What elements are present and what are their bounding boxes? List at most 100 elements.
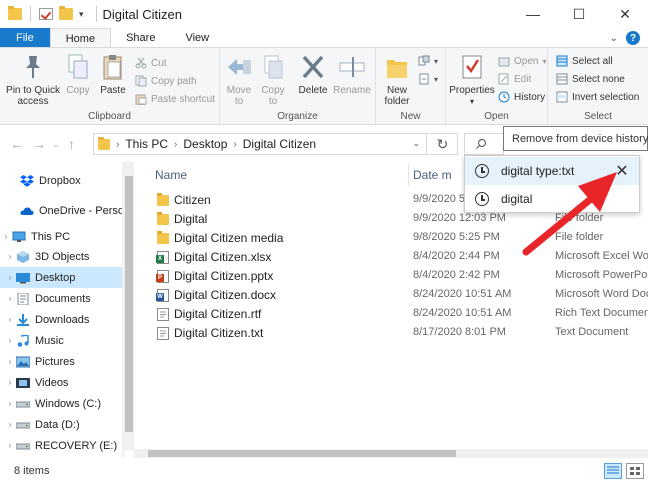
cut-button[interactable]: Cut bbox=[135, 54, 167, 72]
search-icon bbox=[476, 138, 487, 149]
delete-button[interactable]: Delete bbox=[296, 52, 330, 96]
select-all-label: Select all bbox=[572, 55, 613, 67]
nav-item-recovery-e[interactable]: › RECOVERY (E:) bbox=[0, 435, 122, 456]
details-view-button[interactable] bbox=[604, 463, 622, 479]
new-folder-button[interactable]: New folder bbox=[380, 52, 414, 107]
breadcrumb-digital-citizen[interactable]: Digital Citizen bbox=[243, 137, 316, 151]
nav-item-music[interactable]: › Music bbox=[0, 330, 122, 351]
move-to-button[interactable]: Move to bbox=[224, 52, 254, 107]
pin-to-quick-access-button[interactable]: Pin to Quick access bbox=[4, 52, 62, 107]
address-dropdown-chevron-icon[interactable]: ⌄ bbox=[412, 138, 420, 149]
expand-chevron-icon[interactable]: › bbox=[4, 441, 16, 450]
expand-chevron-icon[interactable]: › bbox=[4, 294, 16, 303]
folder-icon bbox=[157, 212, 169, 225]
copy-path-button[interactable]: Copy path bbox=[135, 72, 197, 90]
expand-chevron-icon[interactable]: › bbox=[4, 315, 16, 324]
new-folder-icon[interactable] bbox=[59, 6, 73, 20]
column-divider[interactable] bbox=[408, 164, 409, 186]
open-button[interactable]: Open ▾ bbox=[498, 52, 546, 70]
expand-chevron-icon[interactable]: › bbox=[4, 252, 16, 261]
expand-chevron-icon[interactable]: › bbox=[4, 273, 16, 282]
status-bar: 8 items bbox=[0, 458, 648, 483]
expand-chevron-icon[interactable]: › bbox=[4, 336, 16, 345]
easy-access-button[interactable]: ▾ bbox=[418, 70, 438, 88]
expand-chevron-icon[interactable]: › bbox=[4, 399, 16, 408]
copy-to-button[interactable]: Copy to bbox=[258, 52, 288, 107]
suggestion-text: digital bbox=[501, 192, 533, 206]
vertical-scrollbar-thumb[interactable] bbox=[125, 176, 133, 432]
rename-button[interactable]: Rename bbox=[333, 52, 371, 96]
paste-button[interactable]: Paste bbox=[98, 52, 128, 96]
column-header-name[interactable]: Name bbox=[155, 162, 187, 188]
breadcrumb-desktop[interactable]: Desktop bbox=[183, 137, 227, 151]
pin-label-2: access bbox=[17, 96, 49, 107]
edit-button[interactable]: Edit bbox=[498, 70, 531, 88]
select-all-button[interactable]: Select all bbox=[556, 52, 613, 70]
copy-button[interactable]: Copy bbox=[64, 52, 92, 96]
nav-item-onedrive-person[interactable]: OneDrive - Person bbox=[0, 200, 122, 221]
properties-button[interactable]: Properties ▾ bbox=[449, 52, 495, 107]
suggestion-text: digital type:txt bbox=[501, 164, 575, 178]
forward-arrow-icon[interactable]: → bbox=[32, 136, 46, 152]
nav-item-pictures[interactable]: › Pictures bbox=[0, 351, 122, 372]
organize-group-label: Organize bbox=[277, 111, 318, 122]
nav-item-3d-objects[interactable]: › 3D Objects bbox=[0, 246, 122, 267]
file-row[interactable]: P Digital Citizen.pptx 8/4/2020 2:42 PM Mic… bbox=[134, 267, 648, 286]
item-count: 8 items bbox=[14, 465, 50, 477]
paste-shortcut-button[interactable]: Paste shortcut bbox=[135, 90, 215, 108]
customize-toolbar-arrow-icon[interactable]: ▾ bbox=[79, 9, 84, 20]
address-bar[interactable]: › This PC › Desktop › Digital Citizen ⌄ bbox=[93, 133, 427, 155]
nav-item-data-d[interactable]: › Data (D:) bbox=[0, 414, 122, 435]
horizontal-scrollbar-thumb[interactable] bbox=[148, 450, 456, 457]
back-arrow-icon[interactable]: ← bbox=[10, 136, 24, 152]
nav-item-videos[interactable]: › Videos bbox=[0, 372, 122, 393]
suggestion-item[interactable]: digital type:txt ✕ bbox=[465, 157, 639, 185]
edit-label: Edit bbox=[514, 73, 532, 85]
nav-item-documents[interactable]: › Documents bbox=[0, 288, 122, 309]
file-row[interactable]: Digital Citizen media 9/8/2020 5:25 PM Fil… bbox=[134, 229, 648, 248]
large-icons-view-button[interactable] bbox=[626, 463, 644, 479]
nav-item-label: Music bbox=[35, 334, 64, 347]
tab-share[interactable]: Share bbox=[111, 28, 170, 48]
recent-chevron-icon[interactable]: ⌄ bbox=[52, 139, 60, 150]
remove-suggestion-x-icon[interactable]: ✕ bbox=[613, 162, 631, 180]
tab-view[interactable]: View bbox=[170, 28, 224, 48]
expand-chevron-icon[interactable]: › bbox=[4, 357, 16, 366]
tab-home[interactable]: Home bbox=[49, 28, 112, 48]
tab-file[interactable]: File bbox=[0, 28, 50, 48]
new-folder-label-2: folder bbox=[384, 96, 410, 107]
properties-arrow-icon: ▾ bbox=[469, 97, 474, 106]
nav-item-this-pc[interactable]: › This PC bbox=[0, 226, 122, 247]
up-arrow-icon[interactable]: ↑ bbox=[68, 136, 75, 152]
file-row[interactable]: Digital Citizen.rtf 8/24/2020 10:51 AM Ric… bbox=[134, 305, 648, 324]
expand-chevron-icon[interactable]: › bbox=[4, 378, 16, 387]
properties-check-icon[interactable] bbox=[39, 8, 53, 20]
maximize-button[interactable]: ☐ bbox=[556, 0, 602, 28]
help-icon[interactable]: ? bbox=[626, 31, 640, 45]
minimize-button[interactable]: — bbox=[510, 0, 556, 28]
file-date: 8/4/2020 2:44 PM bbox=[413, 250, 500, 262]
cut-label: Cut bbox=[151, 57, 167, 69]
file-row[interactable]: Digital Citizen.txt 8/17/2020 8:01 PM Text… bbox=[134, 324, 648, 343]
file-row[interactable]: X Digital Citizen.xlsx 8/4/2020 2:44 PM Mic… bbox=[134, 248, 648, 267]
breadcrumb-this-pc[interactable]: This PC bbox=[125, 137, 168, 151]
nav-item-downloads[interactable]: › Downloads bbox=[0, 309, 122, 330]
invert-selection-button[interactable]: Invert selection bbox=[556, 88, 639, 106]
refresh-button[interactable]: ↻ bbox=[428, 133, 458, 155]
collapse-ribbon-chevron-icon[interactable]: ⌄ bbox=[610, 33, 618, 44]
nav-item-desktop[interactable]: › Desktop bbox=[0, 267, 122, 288]
expand-chevron-icon[interactable]: › bbox=[4, 420, 16, 429]
history-button[interactable]: History bbox=[498, 88, 545, 106]
copy-icon bbox=[64, 52, 92, 82]
suggestion-item[interactable]: digital bbox=[465, 185, 639, 213]
folder-icon bbox=[8, 6, 22, 20]
close-button[interactable]: ✕ bbox=[602, 0, 648, 28]
new-item-button[interactable]: ▾ bbox=[418, 52, 438, 70]
expand-chevron-icon[interactable]: › bbox=[0, 232, 12, 241]
search-box[interactable] bbox=[464, 133, 504, 155]
nav-item-dropbox[interactable]: Dropbox bbox=[0, 170, 122, 191]
nav-item-windows-c[interactable]: › Windows (C:) bbox=[0, 393, 122, 414]
column-header-date[interactable]: Date m bbox=[413, 162, 452, 188]
select-none-button[interactable]: Select none bbox=[556, 70, 625, 88]
file-row[interactable]: W Digital Citizen.docx 8/24/2020 10:51 AM M… bbox=[134, 286, 648, 305]
